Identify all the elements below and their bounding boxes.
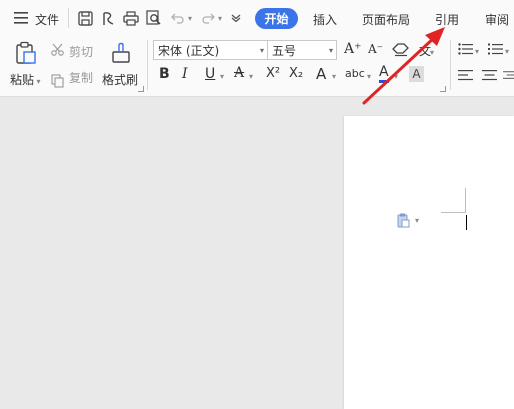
strikethrough-dropdown-icon[interactable]: ▾ [249,72,253,81]
underline-dropdown-icon[interactable]: ▾ [220,72,224,81]
margin-corner-mark [441,212,466,213]
tab-home[interactable]: 开始 [255,8,298,29]
document-page[interactable] [344,116,514,409]
underline-button[interactable]: U [205,66,215,82]
eraser-icon[interactable] [391,42,411,58]
menu-bar: 文件 ▾ ▾ 开始 插入 页面布局 引用 审阅 [0,0,514,36]
print-icon[interactable] [122,9,140,27]
shrink-font-icon[interactable]: A⁻ [368,42,383,56]
tab-page-layout[interactable]: 页面布局 [362,11,410,28]
export-pdf-icon[interactable] [99,9,117,27]
divider [147,40,148,90]
font-size-dropdown-icon[interactable]: ▾ [329,46,333,55]
font-size-select[interactable]: 五号 ▾ [267,40,337,60]
change-case-dropdown-icon[interactable]: ▾ [430,48,434,57]
paste-icon[interactable] [13,40,39,66]
font-family-dropdown-icon[interactable]: ▾ [260,46,264,55]
text-effect-dropdown-icon[interactable]: ▾ [332,72,336,81]
numbered-list-icon[interactable] [487,42,503,56]
character-shading-button[interactable]: A [409,66,424,82]
italic-button[interactable]: I [182,66,188,82]
undo-icon[interactable] [170,10,186,26]
pinyin-guide-button[interactable]: abc [345,67,365,80]
tab-insert[interactable]: 插入 [313,11,337,28]
copy-icon[interactable] [50,74,64,88]
font-size-value: 五号 [272,43,297,58]
text-effect-button[interactable]: A [316,65,326,83]
divider [450,40,451,90]
paste-options-dropdown-icon[interactable]: ▾ [415,216,419,225]
print-preview-icon[interactable] [145,9,163,27]
redo-dropdown-icon[interactable]: ▾ [218,14,222,23]
text-cursor [466,215,467,230]
subscript-button[interactable]: X₂ [289,66,303,81]
font-launcher-icon[interactable] [440,86,446,92]
align-right-icon[interactable] [503,68,514,82]
strikethrough-label: A [234,65,245,81]
file-menu[interactable]: 文件 [35,11,59,28]
redo-icon[interactable] [200,10,216,26]
paste-options-icon[interactable] [396,212,410,228]
tab-references[interactable]: 引用 [435,11,459,28]
format-painter-button[interactable]: 格式刷 [102,71,138,88]
customize-toolbar-icon[interactable] [229,10,243,26]
bold-button[interactable]: B [159,66,170,82]
paste-label: 粘贴 [10,73,35,87]
font-color-button[interactable]: A [379,65,389,83]
grow-font-icon[interactable]: A⁺ [344,41,362,57]
superscript-button[interactable]: X² [266,66,280,81]
paste-dropdown-icon[interactable]: ▾ [34,77,41,86]
bullet-list-icon[interactable] [457,42,473,56]
save-icon[interactable] [76,9,94,27]
scissors-icon[interactable] [50,42,64,56]
align-center-icon[interactable] [481,68,497,82]
format-painter-icon[interactable] [108,40,134,66]
numbered-list-dropdown-icon[interactable]: ▾ [505,47,509,56]
divider [68,8,69,28]
menu-icon[interactable] [12,9,30,27]
tab-review[interactable]: 审阅 [485,11,509,28]
margin-corner-mark [465,188,466,213]
font-family-value: 宋体 (正文) [158,43,220,58]
font-family-select[interactable]: 宋体 (正文) ▾ [153,40,268,60]
copy-button[interactable]: 复制 [69,69,93,86]
pinyin-dropdown-icon[interactable]: ▾ [367,72,371,81]
paste-button[interactable]: 粘贴 ▾ [10,71,41,88]
undo-dropdown-icon[interactable]: ▾ [188,14,192,23]
align-left-icon[interactable] [457,68,473,82]
ribbon-toolbar: 粘贴 ▾ 剪切 复制 格式刷 宋体 (正文) ▾ 五号 ▾ A⁺ A⁻ 文 ▾ … [0,36,514,97]
strikethrough-button[interactable]: A [234,65,244,81]
cut-button[interactable]: 剪切 [69,43,93,60]
font-color-dropdown-icon[interactable]: ▾ [394,72,398,81]
clipboard-launcher-icon[interactable] [138,86,144,92]
bullet-list-dropdown-icon[interactable]: ▾ [475,47,479,56]
